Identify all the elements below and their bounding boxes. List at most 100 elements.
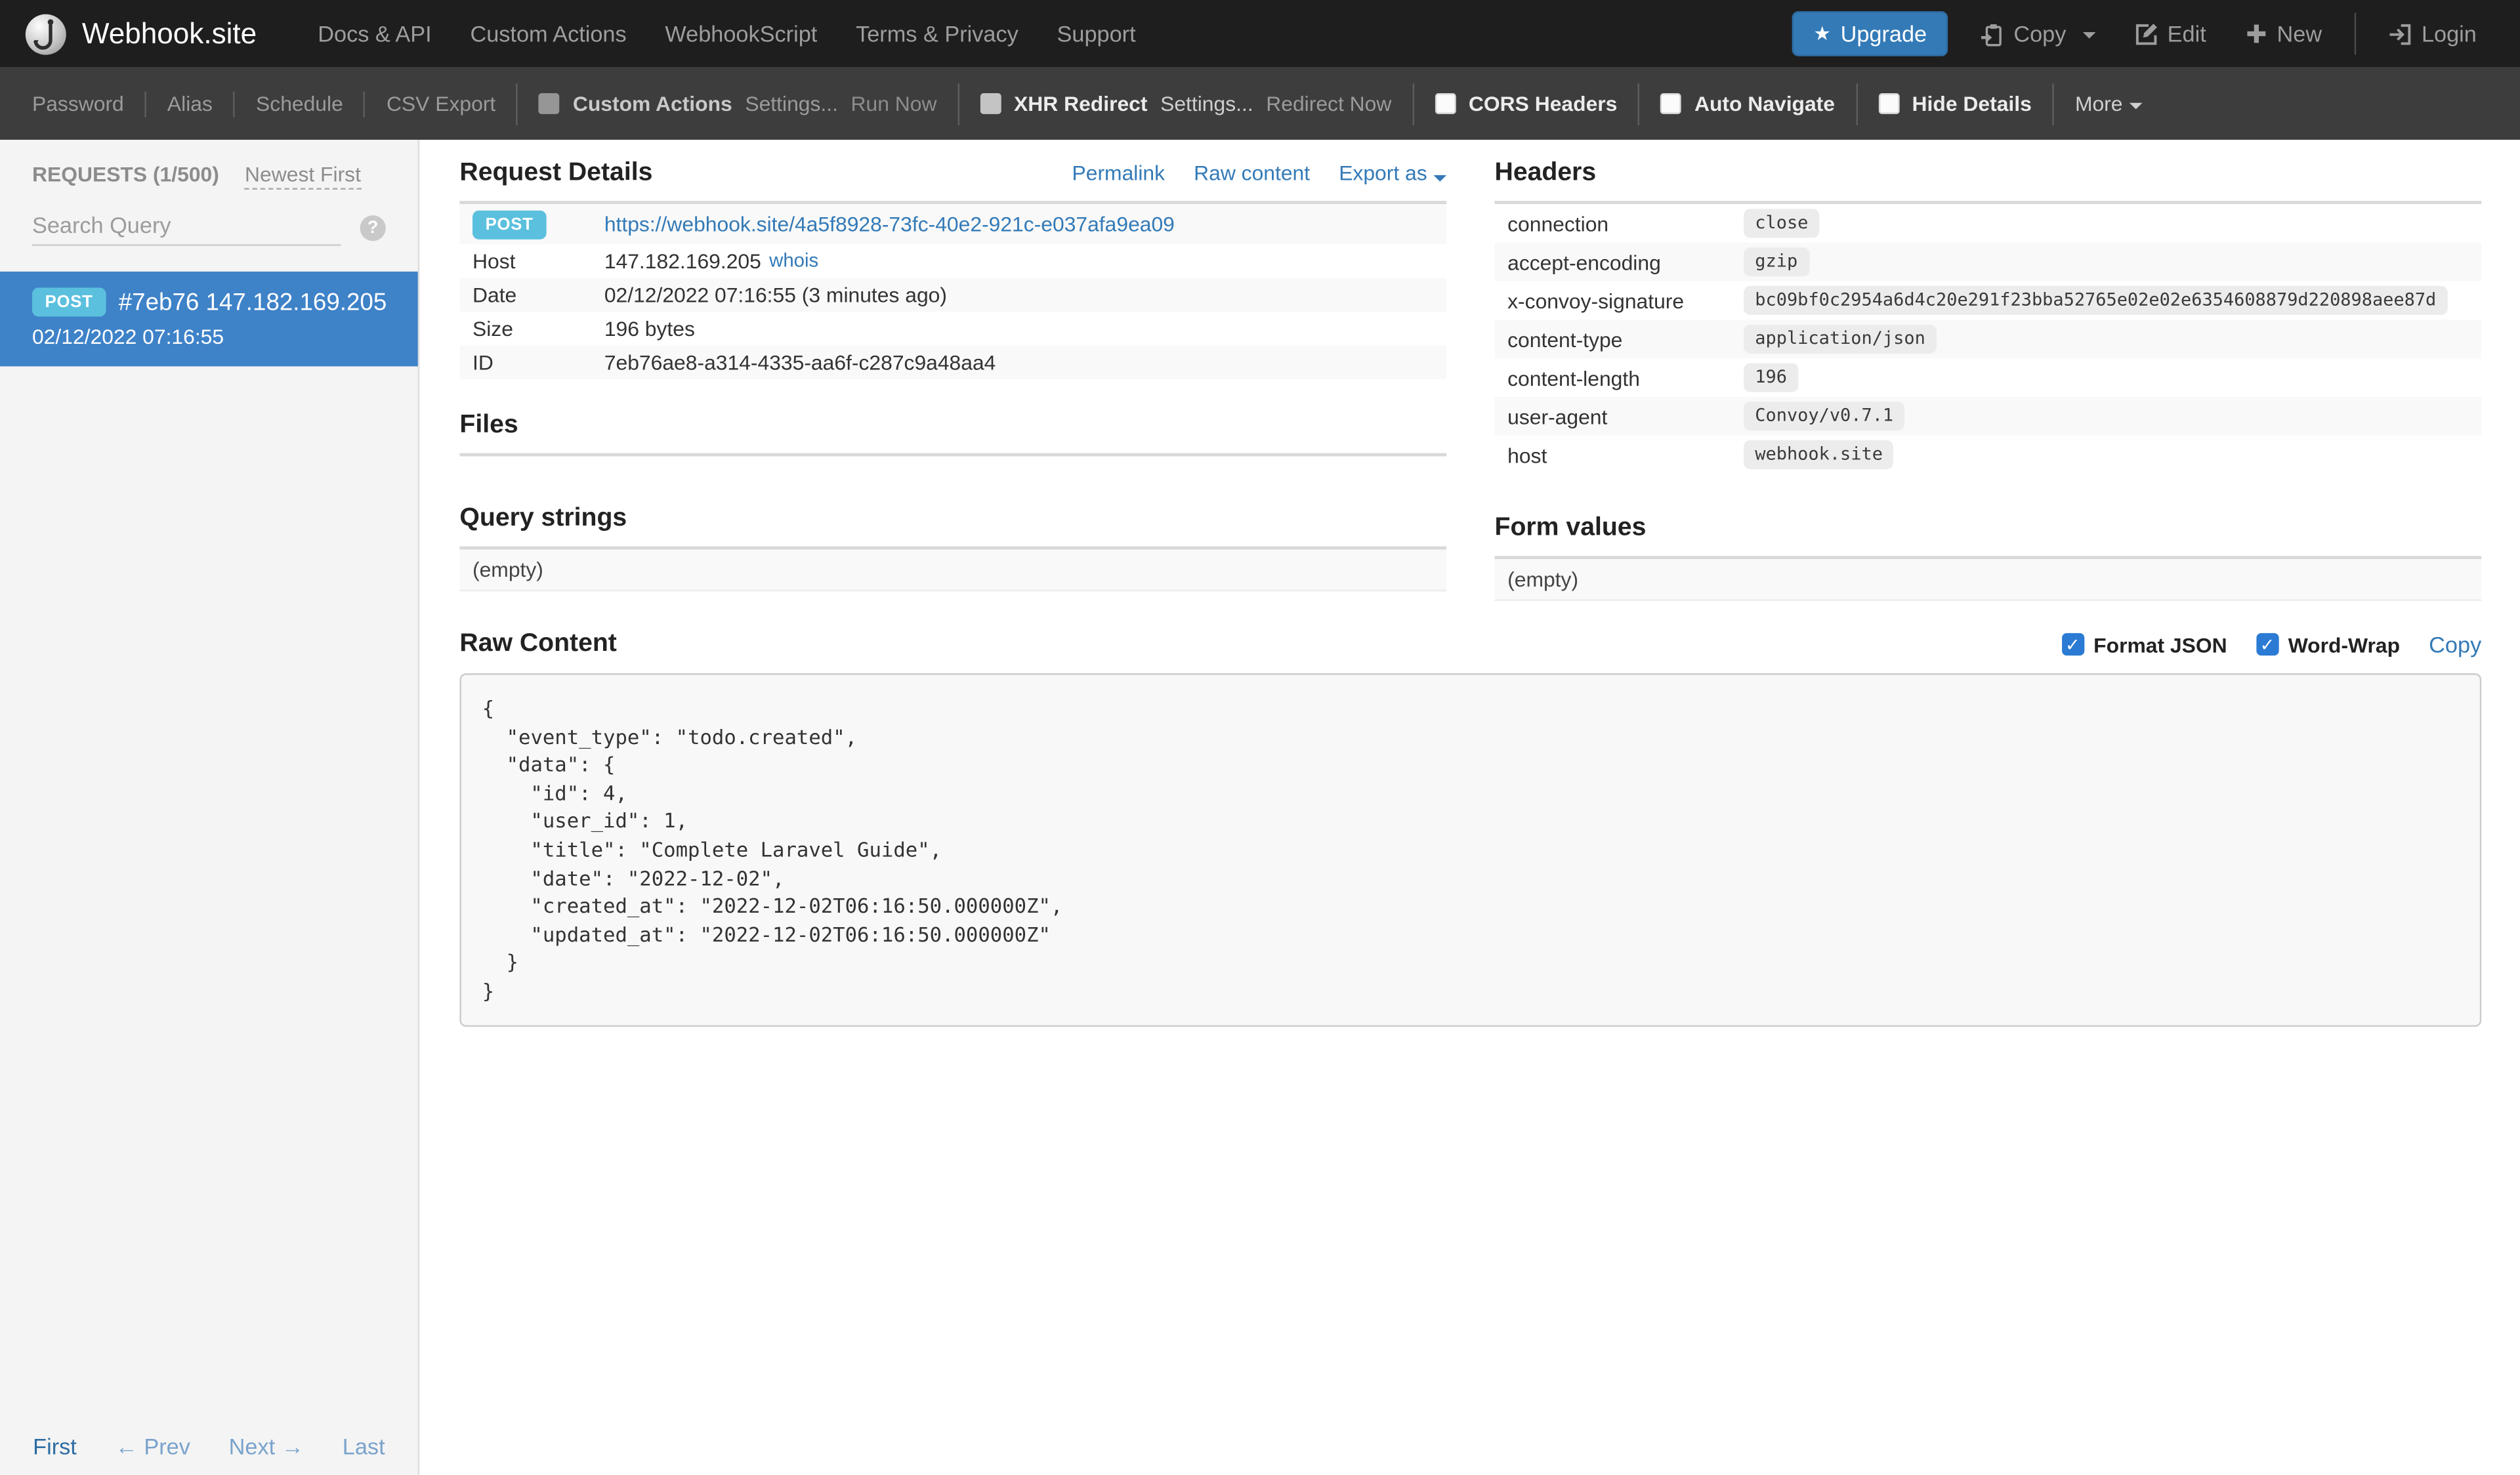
- toolbar-divider: [233, 91, 236, 117]
- copy-menu-button[interactable]: Copy: [1961, 21, 2114, 47]
- navbar-link[interactable]: WebhookScript: [646, 0, 837, 68]
- form-values-empty: (empty): [1494, 559, 2482, 601]
- upgrade-button[interactable]: ★ Upgrade: [1792, 11, 1948, 56]
- custom-actions-checkbox[interactable]: [539, 93, 560, 114]
- toolbar-schedule[interactable]: Schedule: [256, 92, 343, 116]
- xhr-redirect-settings-link[interactable]: Settings...: [1160, 92, 1253, 116]
- navbar-links: Docs & API Custom Actions WebhookScript Ter…: [299, 0, 1155, 68]
- custom-actions-run-now-link[interactable]: Run Now: [851, 92, 937, 116]
- request-details-title: Request Details: [459, 159, 653, 187]
- method-badge: POST: [32, 287, 106, 317]
- header-name: connection: [1507, 211, 1609, 236]
- raw-content-link[interactable]: Raw content: [1194, 161, 1310, 185]
- headers-title: Headers: [1494, 159, 1597, 187]
- more-menu-button[interactable]: More: [2074, 91, 2142, 116]
- toolbar-alias[interactable]: Alias: [167, 92, 213, 116]
- method-badge: POST: [472, 210, 547, 239]
- navbar-link[interactable]: Docs & API: [299, 0, 451, 68]
- navbar-link[interactable]: Custom Actions: [451, 0, 646, 68]
- request-detail-row: Host 147.182.169.205 whois: [459, 244, 1446, 278]
- edit-label: Edit: [2167, 20, 2206, 47]
- main-content: Request Details Permalink Raw content Ex…: [419, 140, 2520, 1475]
- login-label: Login: [2421, 20, 2477, 47]
- word-wrap-toggle[interactable]: ✓ Word-Wrap: [2256, 633, 2400, 656]
- query-strings-table: (empty): [459, 546, 1447, 592]
- header-name: accept-encoding: [1507, 249, 1661, 274]
- top-navbar: Webhook.site Docs & API Custom Actions Web…: [0, 0, 2520, 68]
- form-values-title: Form values: [1494, 514, 1647, 542]
- detail-label: Size: [472, 316, 513, 341]
- cors-headers-group: CORS Headers: [1435, 92, 1617, 115]
- webhook-site-app: Webhook.site Docs & API Custom Actions Web…: [0, 0, 2520, 1475]
- copy-raw-content-link[interactable]: Copy: [2429, 631, 2481, 657]
- navbar-link[interactable]: Support: [1038, 0, 1155, 68]
- toolbar-divider: [957, 83, 959, 125]
- pagination-prev[interactable]: ← Prev: [116, 1433, 190, 1459]
- xhr-redirect-now-link[interactable]: Redirect Now: [1266, 92, 1391, 116]
- new-button[interactable]: New: [2225, 21, 2341, 47]
- toolbar-password[interactable]: Password: [32, 92, 124, 116]
- hide-details-group: Hide Details: [1878, 91, 2032, 116]
- detail-label: Date: [472, 283, 517, 307]
- custom-actions-label: Custom Actions: [572, 91, 732, 116]
- toolbar-divider: [1855, 83, 1858, 125]
- hide-details-label: Hide Details: [1912, 91, 2032, 116]
- header-name: content-type: [1507, 327, 1623, 352]
- export-as-label: Export as: [1339, 160, 1427, 185]
- whois-link[interactable]: whois: [769, 249, 818, 274]
- navbar-divider: [2354, 12, 2356, 55]
- search-help-icon[interactable]: ?: [360, 214, 386, 241]
- request-list-item[interactable]: POST #7eb76 147.182.169.205 02/12/2022 0…: [0, 271, 418, 367]
- detail-value: 196 bytes: [604, 316, 695, 341]
- detail-label: ID: [472, 350, 494, 375]
- hide-details-checkbox[interactable]: [1878, 93, 1899, 114]
- headers-column: Headers connection close accept-encoding: [1494, 157, 2482, 601]
- request-url-row: POST https://webhook.site/4a5f8928-73fc-…: [459, 204, 1447, 245]
- sort-order-toggle[interactable]: Newest First: [245, 162, 361, 190]
- detail-value: 02/12/2022 07:16:55 (3 minutes ago): [604, 283, 947, 307]
- pagination-last[interactable]: Last: [343, 1433, 385, 1459]
- webhook-logo-icon: [25, 13, 66, 54]
- request-url-link[interactable]: https://webhook.site/4a5f8928-73fc-40e2-…: [604, 212, 1175, 236]
- format-json-toggle[interactable]: ✓ Format JSON: [2061, 632, 2227, 657]
- header-name: user-agent: [1507, 404, 1608, 428]
- xhr-redirect-checkbox[interactable]: [980, 93, 1001, 114]
- detail-value: 147.182.169.205: [604, 249, 761, 274]
- action-toolbar: Password Alias Schedule CSV Export Custo…: [0, 67, 2520, 140]
- plus-icon: [2246, 24, 2265, 43]
- edit-button[interactable]: Edit: [2114, 21, 2225, 47]
- star-icon: ★: [1813, 22, 1831, 45]
- toolbar-csv-export[interactable]: CSV Export: [387, 92, 495, 116]
- header-name: x-convoy-signature: [1507, 288, 1685, 313]
- edit-icon: [2135, 22, 2156, 45]
- brand[interactable]: Webhook.site: [24, 12, 257, 55]
- cors-headers-checkbox[interactable]: [1435, 93, 1456, 114]
- toolbar-divider: [144, 91, 147, 117]
- raw-content-json: { "event_type": "todo.created", "data": …: [482, 696, 1063, 1003]
- header-row: user-agent Convoy/v0.7.1: [1494, 396, 2482, 436]
- xhr-redirect-group: XHR Redirect Settings... Redirect Now: [980, 92, 1391, 116]
- permalink-link[interactable]: Permalink: [1072, 161, 1166, 185]
- requests-count-title: REQUESTS (1/500): [32, 162, 219, 187]
- navbar-link[interactable]: Terms & Privacy: [837, 0, 1038, 68]
- auto-navigate-checkbox[interactable]: [1660, 93, 1682, 114]
- more-label: More: [2074, 91, 2123, 116]
- custom-actions-group: Custom Actions Settings... Run Now: [539, 91, 937, 116]
- login-button[interactable]: Login: [2368, 21, 2496, 47]
- headers-table: connection close accept-encoding gzip x-…: [1494, 201, 2482, 474]
- format-json-label: Format JSON: [2093, 632, 2227, 657]
- header-value: 196: [1744, 363, 1799, 392]
- upgrade-label: Upgrade: [1840, 20, 1927, 47]
- query-strings-empty: (empty): [459, 549, 1447, 592]
- header-name: host: [1507, 442, 1547, 467]
- search-input[interactable]: [32, 209, 341, 246]
- export-as-dropdown[interactable]: Export as: [1339, 160, 1447, 185]
- toolbar-divider: [364, 91, 366, 117]
- raw-content-box: { "event_type": "todo.created", "data": …: [459, 673, 2482, 1026]
- query-strings-title: Query strings: [459, 504, 627, 532]
- custom-actions-settings-link[interactable]: Settings...: [745, 92, 838, 116]
- pagination-first[interactable]: First: [33, 1433, 77, 1459]
- clipboard-icon: [1981, 23, 2002, 46]
- pagination-next[interactable]: Next →: [229, 1433, 304, 1459]
- caret-down-icon: [2082, 31, 2095, 39]
